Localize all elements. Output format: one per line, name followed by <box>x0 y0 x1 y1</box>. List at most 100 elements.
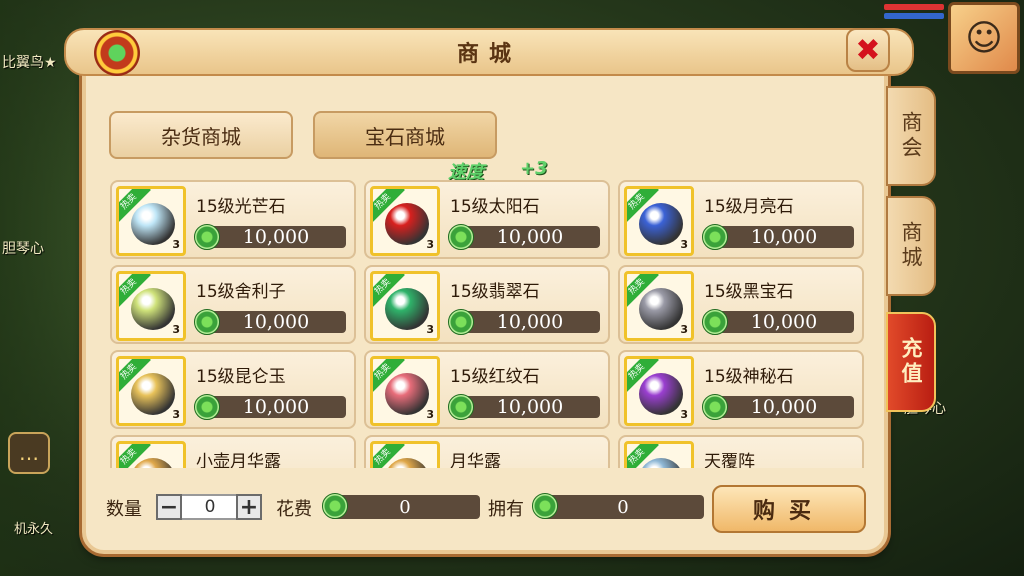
jade-coin-icon <box>194 309 220 335</box>
plus-icon: + <box>239 494 259 520</box>
item-card[interactable]: 热卖 天覆阵 <box>618 435 864 468</box>
item-count: 3 <box>680 238 688 251</box>
item-card[interactable]: 热卖 月华露 <box>364 435 610 468</box>
item-count: 3 <box>426 408 434 421</box>
avatar[interactable]: ☺ <box>948 2 1020 74</box>
buy-button[interactable]: 购买 <box>712 485 866 533</box>
item-card[interactable]: 热卖 3 15级月亮石 10,000 <box>618 180 864 259</box>
item-card[interactable]: 热卖 小壶月华露 <box>110 435 356 468</box>
item-price: 10,000 <box>206 226 346 248</box>
tab-label: 充值 <box>899 337 923 387</box>
title-bar: 商城 <box>64 28 914 76</box>
background-left-overlay <box>0 0 90 576</box>
floating-bonus-text: +3 <box>520 158 548 179</box>
item-price: 10,000 <box>206 396 346 418</box>
jade-coin-icon <box>448 309 474 335</box>
gem-icon <box>385 458 429 468</box>
jade-coin-icon <box>448 394 474 420</box>
item-card[interactable]: 热卖 3 15级神秘石 10,000 <box>618 350 864 429</box>
item-card[interactable]: 热卖 3 15级翡翠石 10,000 <box>364 265 610 344</box>
item-card[interactable]: 热卖 3 15级黑宝石 10,000 <box>618 265 864 344</box>
item-count: 3 <box>680 323 688 336</box>
item-name: 天覆阵 <box>704 452 755 468</box>
item-price: 10,000 <box>460 311 600 333</box>
cost-label: 花费 <box>276 499 312 520</box>
quantity-label: 数量 <box>106 499 142 520</box>
decrease-button[interactable]: − <box>156 494 182 520</box>
cost-amount: 0 <box>399 496 411 518</box>
item-name: 15级昆仑玉 <box>196 367 286 387</box>
owned-amount: 0 <box>617 496 629 518</box>
item-icon-frame: 热卖 3 <box>370 186 440 256</box>
item-icon-frame: 热卖 3 <box>370 356 440 426</box>
item-card[interactable]: 热卖 3 15级太阳石 10,000 <box>364 180 610 259</box>
item-name: 15级月亮石 <box>704 197 794 217</box>
item-icon-frame: 热卖 3 <box>624 271 694 341</box>
tab-gem-store[interactable]: 宝石商城 <box>313 111 497 159</box>
jade-coin-icon <box>702 394 728 420</box>
item-count: 3 <box>426 323 434 336</box>
gem-icon <box>385 288 429 330</box>
jade-coin-icon <box>532 493 558 519</box>
lantern-ornament-icon <box>94 30 140 76</box>
item-price: 10,000 <box>206 311 346 333</box>
gem-icon <box>385 203 429 245</box>
gem-icon <box>385 373 429 415</box>
tab-mall[interactable]: 商城 <box>886 196 936 296</box>
increase-button[interactable]: + <box>236 494 262 520</box>
chat-bubble-icon: … <box>19 441 39 465</box>
status-bars <box>884 4 944 22</box>
jade-coin-icon <box>702 309 728 335</box>
item-icon-frame: 热卖 3 <box>624 186 694 256</box>
item-card[interactable]: 热卖 3 15级舍利子 10,000 <box>110 265 356 344</box>
player-name-label: 比翼鸟★ <box>2 55 57 71</box>
tab-general-store[interactable]: 杂货商城 <box>109 111 293 159</box>
item-icon-frame: 热卖 <box>624 441 694 468</box>
item-name: 15级黑宝石 <box>704 282 794 302</box>
item-name: 月华露 <box>450 452 501 468</box>
quantity-input[interactable]: 0 <box>182 494 238 520</box>
close-icon: ✖ <box>855 32 881 68</box>
item-count: 3 <box>172 238 180 251</box>
item-name: 15级太阳石 <box>450 197 540 217</box>
item-count: 3 <box>172 323 180 336</box>
tab-guild-shop[interactable]: 商会 <box>886 86 936 186</box>
player-name-label: 胆琴心 <box>2 241 44 257</box>
gem-icon <box>131 458 175 468</box>
buy-label: 购买 <box>752 499 825 524</box>
item-card[interactable]: 热卖 3 15级昆仑玉 10,000 <box>110 350 356 429</box>
tab-label: 商城 <box>899 221 923 271</box>
close-button[interactable]: ✖ <box>846 28 890 72</box>
jade-coin-icon <box>448 224 474 250</box>
item-icon-frame: 热卖 <box>116 441 186 468</box>
minus-icon: − <box>159 494 179 520</box>
chat-line: 机永久 <box>14 522 54 537</box>
gem-icon <box>131 288 175 330</box>
gem-icon <box>639 373 683 415</box>
item-name: 15级舍利子 <box>196 282 286 302</box>
owned-value: 0 <box>542 495 704 519</box>
item-price: 10,000 <box>460 226 600 248</box>
item-grid[interactable]: 热卖 3 15级光芒石 10,000 热卖 3 15级太阳石 10,000 热卖 3 15级月亮石 1… <box>110 180 864 468</box>
jade-coin-icon <box>194 394 220 420</box>
item-icon-frame: 热卖 3 <box>370 271 440 341</box>
chat-button[interactable]: … <box>8 432 50 474</box>
item-card[interactable]: 热卖 3 15级光芒石 10,000 <box>110 180 356 259</box>
item-name: 15级神秘石 <box>704 367 794 387</box>
gem-icon <box>639 203 683 245</box>
item-name: 15级翡翠石 <box>450 282 540 302</box>
item-name: 15级红纹石 <box>450 367 540 387</box>
item-price: 10,000 <box>714 396 854 418</box>
item-card[interactable]: 热卖 3 15级红纹石 10,000 <box>364 350 610 429</box>
owned-label: 拥有 <box>488 499 524 520</box>
quantity-value: 0 <box>204 497 216 517</box>
tab-recharge[interactable]: 充值 <box>886 312 936 412</box>
gem-icon <box>131 373 175 415</box>
item-icon-frame: 热卖 3 <box>116 271 186 341</box>
gem-icon <box>639 458 683 468</box>
item-icon-frame: 热卖 3 <box>624 356 694 426</box>
gem-icon <box>131 203 175 245</box>
item-count: 3 <box>426 238 434 251</box>
item-count: 3 <box>172 408 180 421</box>
item-name: 15级光芒石 <box>196 197 286 217</box>
